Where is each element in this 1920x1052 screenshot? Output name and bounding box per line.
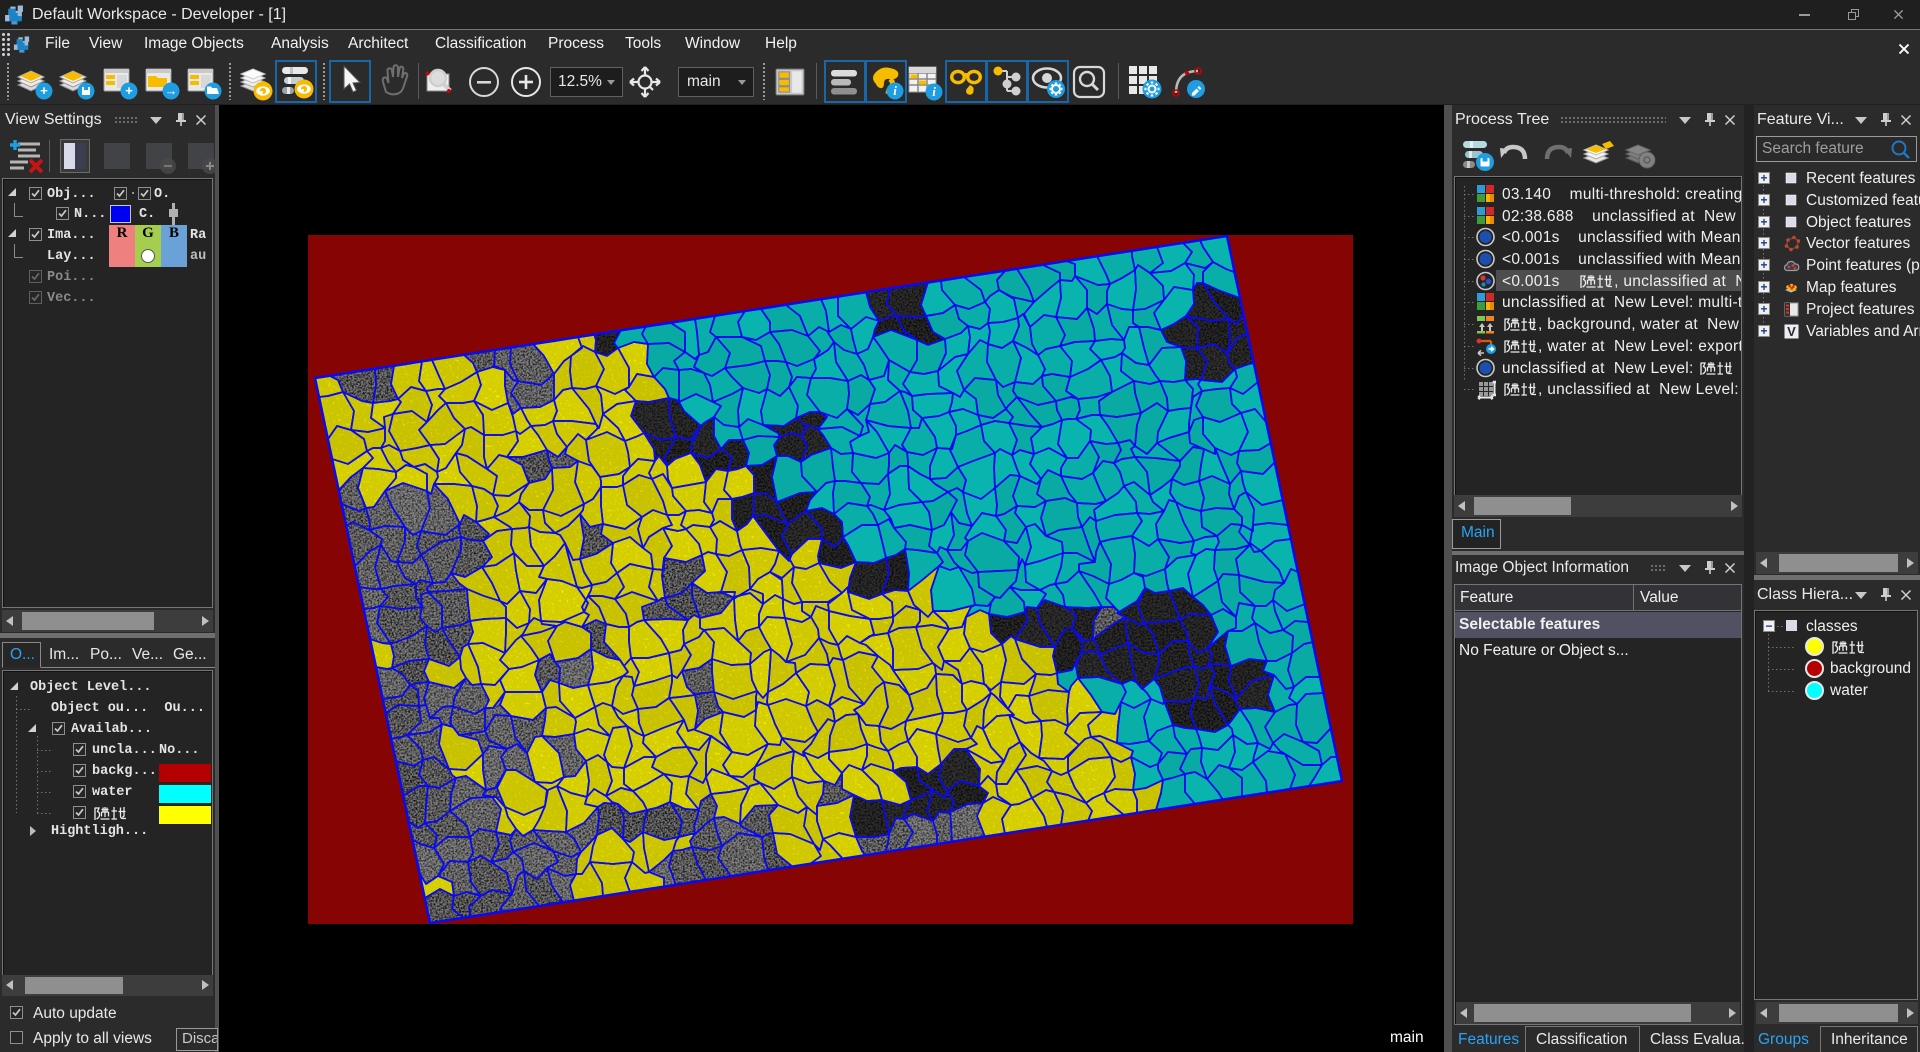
svg-text:+: + bbox=[40, 83, 48, 98]
svg-text:i: i bbox=[932, 84, 936, 99]
svg-text:+: + bbox=[125, 83, 133, 98]
svg-text:→: → bbox=[165, 83, 178, 98]
svg-text:V: V bbox=[1787, 324, 1796, 339]
svg-text:i: i bbox=[893, 83, 897, 98]
